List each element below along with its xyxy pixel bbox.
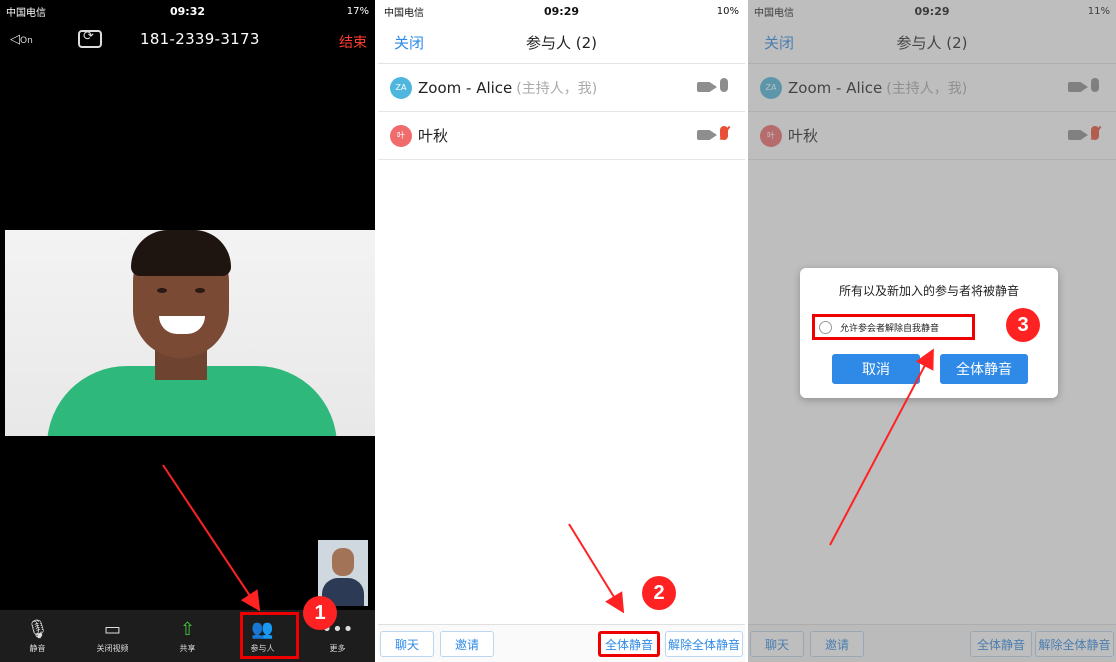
mute-all-dialog-screen: 中国电信 09:29 11% 关闭 参与人 (2) ZA Zoom - Alic…: [748, 0, 1116, 662]
more-label: 更多: [329, 643, 346, 653]
participants-screen: 中国电信 09:29 10% 关闭 参与人 (2) ZA Zoom - Alic…: [378, 0, 745, 662]
page-title: 参与人 (2): [525, 34, 598, 52]
close-button[interactable]: 关闭: [394, 32, 424, 53]
chat-button[interactable]: 聊天: [380, 631, 434, 657]
microphone-muted-icon: [720, 126, 728, 140]
switch-camera-icon[interactable]: [78, 29, 102, 48]
highlight-box: [240, 612, 299, 659]
unmute-all-button[interactable]: 解除全体静音: [665, 631, 743, 657]
battery-level: 17%: [346, 5, 369, 17]
mute-button[interactable]: 🎙 静音: [0, 610, 75, 662]
radio-button[interactable]: [819, 320, 832, 334]
avatar: ZA: [390, 76, 412, 99]
participant-list: ZA Zoom - Alice (主持人，我) 叶 叶秋: [378, 64, 745, 160]
status-bar: 中国电信 09:32 17%: [0, 0, 375, 22]
call-screen: 中国电信 09:32 17% ◁On 181-2339-3173 结束 🎙 静音…: [0, 0, 375, 662]
speaker-button[interactable]: ◁On: [10, 32, 33, 47]
meeting-phone-number: 181-2339-3173: [140, 30, 260, 48]
step-badge: 1: [303, 596, 337, 630]
nav-bar: 关闭 参与人 (2): [378, 22, 745, 64]
person-eye: [157, 288, 167, 293]
video-camera-icon: [697, 82, 717, 92]
battery-level: 10%: [716, 5, 739, 17]
person-eye: [195, 288, 205, 293]
step-badge: 3: [1006, 308, 1040, 342]
main-video: [5, 230, 375, 436]
status-bar: 中国电信 09:29 10%: [378, 0, 745, 22]
invite-button[interactable]: 邀请: [440, 631, 494, 657]
clock: 09:32: [169, 4, 205, 18]
end-call-button[interactable]: 结束: [339, 32, 367, 52]
share-icon: ⇧: [179, 618, 196, 640]
carrier-label: 中国电信: [384, 7, 424, 19]
video-camera-icon: ▭: [103, 618, 121, 640]
stop-video-label: 关闭视频: [96, 643, 129, 653]
dialog-message: 所有以及新加入的参与者将被静音: [838, 284, 1019, 298]
microphone-icon: 🎙: [26, 618, 49, 640]
allow-self-unmute-option[interactable]: 允许参会者解除自我静音: [812, 314, 975, 340]
allow-self-unmute-label: 允许参会者解除自我静音: [840, 323, 940, 334]
cancel-button[interactable]: 取消: [832, 354, 920, 384]
thumbnail-head: [332, 548, 354, 576]
share-button[interactable]: ⇧ 共享: [150, 610, 225, 662]
mute-all-button[interactable]: 全体静音: [598, 631, 660, 657]
participant-row[interactable]: ZA Zoom - Alice (主持人，我): [378, 64, 745, 112]
mute-label: 静音: [29, 643, 46, 653]
share-label: 共享: [179, 643, 196, 653]
confirm-mute-all-button[interactable]: 全体静音: [940, 354, 1028, 384]
participant-name: 叶秋: [418, 127, 449, 145]
microphone-icon: [720, 78, 728, 92]
video-camera-icon: [697, 130, 717, 140]
participant-name: Zoom - Alice: [418, 78, 513, 97]
carrier-label: 中国电信: [6, 7, 46, 19]
participants-actions: 聊天 邀请 全体静音 解除全体静音: [378, 624, 745, 662]
participant-role: (主持人，我): [516, 80, 598, 97]
clock: 09:29: [543, 4, 579, 18]
participant-row[interactable]: 叶 叶秋: [378, 112, 745, 160]
person-hair: [131, 230, 231, 276]
speaker-label: On: [20, 36, 33, 46]
step-badge: 2: [642, 576, 676, 610]
stop-video-button[interactable]: ▭ 关闭视频: [75, 610, 150, 662]
avatar: 叶: [390, 124, 412, 147]
